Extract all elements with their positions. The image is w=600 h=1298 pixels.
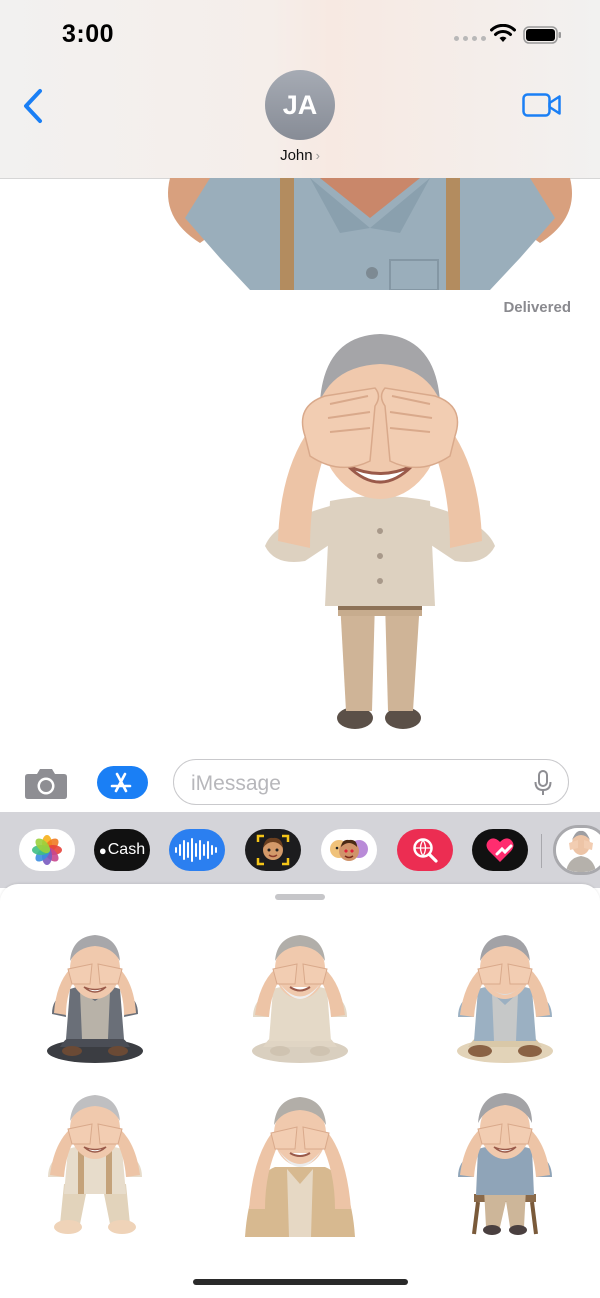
app-images-search[interactable]	[397, 829, 453, 871]
status-time: 3:00	[62, 20, 115, 48]
sticker-image	[458, 1093, 552, 1235]
delivered-status: Delivered	[503, 299, 571, 316]
heart-touch-icon	[486, 838, 514, 862]
contact-avatar[interactable]: JA	[265, 70, 335, 140]
app-memoji-stickers[interactable]	[321, 829, 377, 871]
imessage-app-drawer: ● Cash	[0, 812, 600, 888]
cellular-signal-icon	[454, 36, 486, 41]
waveform-icon	[175, 838, 217, 862]
imessage-placeholder: iMessage	[191, 772, 281, 795]
app-apple-cash[interactable]: ● Cash	[94, 829, 150, 871]
chevron-right-icon: ›	[315, 148, 320, 163]
sticker-bearded-man-beige-seated[interactable]	[235, 929, 365, 1079]
sticker-image	[245, 1097, 355, 1237]
facetime-video-button[interactable]	[522, 92, 562, 123]
sticker-image	[47, 935, 143, 1063]
memoji-icon	[256, 834, 290, 866]
contact-name[interactable]: John ›	[0, 147, 600, 164]
wifi-icon	[490, 24, 516, 42]
sticker-picker-sheet	[0, 884, 600, 1298]
app-store-icon	[110, 772, 132, 792]
battery-icon	[523, 26, 561, 44]
sticker-bearded-man-cardigan[interactable]	[235, 1089, 365, 1239]
memoji-stickers-icon	[330, 839, 368, 861]
app-store-button[interactable]	[97, 766, 145, 799]
back-button[interactable]	[20, 88, 50, 124]
sticker-man-cross-legged-grey-shirt[interactable]	[30, 929, 160, 1079]
sticker-pack-icon	[556, 828, 600, 872]
apple-cash-label: Cash	[107, 841, 146, 858]
app-memoji[interactable]	[245, 829, 301, 871]
photos-icon	[32, 835, 62, 865]
apple-logo-icon: ●	[98, 842, 107, 858]
app-strip-divider	[541, 834, 542, 868]
contact-name-label: John	[280, 147, 313, 164]
app-digital-touch[interactable]	[472, 829, 528, 871]
app-sticker-pack-selected[interactable]	[553, 825, 600, 875]
sticker-image	[252, 935, 348, 1063]
app-photos[interactable]	[19, 829, 75, 871]
sticker-image	[457, 935, 553, 1063]
sticker-man-blue-shirt-cross-legged[interactable]	[440, 929, 570, 1079]
sticker-image	[48, 1095, 142, 1234]
camera-button[interactable]	[24, 766, 68, 800]
chevron-left-icon	[24, 89, 42, 123]
microphone-icon[interactable]	[534, 770, 552, 796]
sticker-image-partial	[168, 178, 572, 290]
sent-sticker-partial[interactable]	[160, 178, 580, 290]
sent-sticker[interactable]	[250, 326, 510, 736]
sticker-man-suspenders-sitting[interactable]	[30, 1089, 160, 1239]
old-man-covering-eyes-sticker	[265, 334, 495, 729]
conversation-header: 3:00 JA John ›	[0, 0, 600, 179]
camera-icon	[25, 769, 67, 799]
sticker-man-on-chair[interactable]	[440, 1089, 570, 1239]
imessage-input[interactable]: iMessage	[173, 759, 569, 805]
app-audio-message[interactable]	[169, 829, 225, 871]
home-indicator[interactable]	[193, 1279, 408, 1285]
globe-search-icon	[413, 838, 438, 863]
sheet-grabber[interactable]	[275, 894, 325, 900]
video-camera-icon	[522, 93, 561, 117]
